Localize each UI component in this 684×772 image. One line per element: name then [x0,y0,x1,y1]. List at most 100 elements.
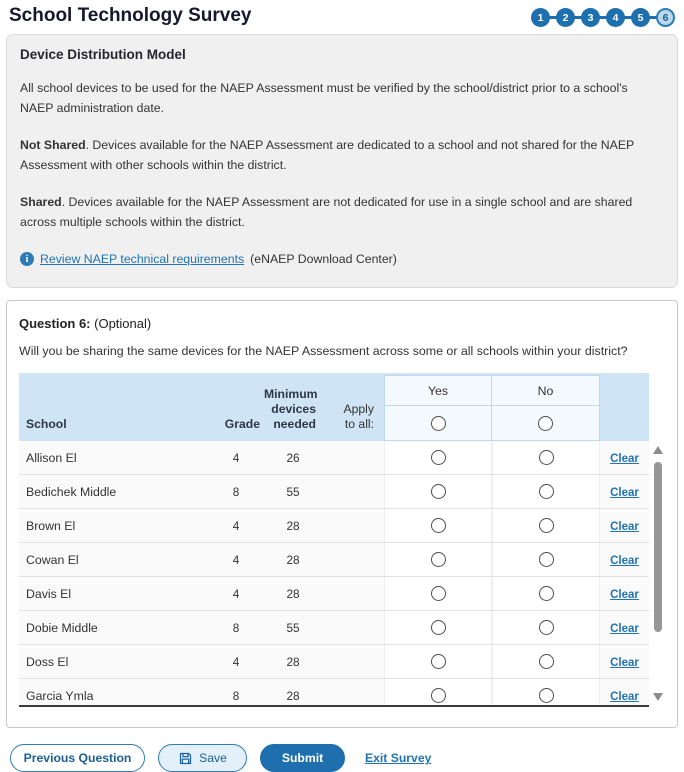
no-radio[interactable] [539,518,554,533]
apply-all-yes-radio[interactable] [431,416,446,431]
no-radio[interactable] [539,654,554,669]
min-devices-value: 28 [264,553,322,567]
table-row: Davis El 4 28 Clear [19,577,649,611]
yes-column-header: Yes [384,375,492,441]
column-header-min-devices: Minimum devices needed [264,387,322,442]
column-header-apply-to-all: Apply to all: [322,402,384,442]
no-radio[interactable] [539,688,554,703]
footer-actions: Previous Question Save Submit Exit Surve… [10,744,676,772]
clear-link[interactable]: Clear [610,521,639,533]
save-button[interactable]: Save [158,744,247,772]
page-title: School Technology Survey [9,5,251,27]
no-column-header: No [492,375,600,441]
yes-cell [384,679,492,707]
yes-radio[interactable] [431,484,446,499]
step-3[interactable]: 3 [581,8,600,27]
school-name: Brown El [19,519,208,533]
clear-cell: Clear [600,519,649,533]
info-paragraph-verify: All school devices to be used for the NA… [20,79,643,119]
yes-cell [384,543,492,576]
no-radio[interactable] [539,450,554,465]
no-radio[interactable] [539,552,554,567]
table-header-row: School Grade Minimum devices needed Appl… [19,373,649,441]
progress-stepper: 123456 [531,8,675,27]
table-row: Dobie Middle 8 55 Clear [19,611,649,645]
yes-radio[interactable] [431,620,446,635]
save-button-label: Save [199,751,227,765]
no-radio[interactable] [539,620,554,635]
download-center-note: (eNAEP Download Center) [250,252,397,266]
grade-value: 4 [208,655,264,669]
no-cell [492,543,600,576]
clear-cell: Clear [600,485,649,499]
question-panel: Question 6: (Optional) Will you be shari… [6,300,678,728]
scrollbar-thumb[interactable] [654,462,662,632]
no-cell [492,645,600,678]
no-radio[interactable] [539,586,554,601]
scrollbar-down-arrow-icon[interactable] [653,693,663,701]
step-1[interactable]: 1 [531,8,550,27]
clear-link[interactable]: Clear [610,589,639,601]
clear-link[interactable]: Clear [610,691,639,703]
grade-value: 8 [208,689,264,703]
clear-link[interactable]: Clear [610,623,639,635]
school-name: Garcia Ymla [19,689,208,703]
table-body: Allison El 4 26 Clear Bedichek Middle 8 … [19,441,649,707]
yes-cell [384,645,492,678]
yes-cell [384,441,492,474]
yes-cell [384,475,492,508]
column-header-school: School [19,417,208,441]
yes-radio[interactable] [431,450,446,465]
clear-link[interactable]: Clear [610,453,639,465]
info-panel-heading: Device Distribution Model [20,47,643,62]
not-shared-term: Not Shared [20,138,86,152]
grade-value: 8 [208,621,264,635]
table-row: Garcia Ymla 8 28 Clear [19,679,649,707]
yes-radio[interactable] [431,518,446,533]
info-paragraph-shared: Shared. Devices available for the NAEP A… [20,193,643,233]
yes-cell [384,611,492,644]
clear-cell: Clear [600,553,649,567]
top-bar: School Technology Survey 123456 [0,0,684,31]
table-scrollbar[interactable] [652,441,665,707]
yes-cell [384,577,492,610]
school-name: Dobie Middle [19,621,208,635]
no-radio[interactable] [539,484,554,499]
clear-cell: Clear [600,451,649,465]
exit-survey-link[interactable]: Exit Survey [365,751,431,765]
yes-cell [384,509,492,542]
step-4[interactable]: 4 [606,8,625,27]
grade-value: 4 [208,519,264,533]
clear-cell: Clear [600,655,649,669]
scrollbar-up-arrow-icon[interactable] [653,446,663,454]
question-text: Will you be sharing the same devices for… [19,344,665,358]
yes-radio[interactable] [431,586,446,601]
min-devices-value: 28 [264,519,322,533]
min-devices-value: 26 [264,451,322,465]
question-number: Question 6: [19,316,91,331]
step-6[interactable]: 6 [656,8,675,27]
min-devices-value: 28 [264,689,322,703]
step-5[interactable]: 5 [631,8,650,27]
yes-radio[interactable] [431,654,446,669]
grade-value: 4 [208,587,264,601]
technical-requirements-link[interactable]: Review NAEP technical requirements [40,252,244,266]
no-cell [492,679,600,707]
clear-link[interactable]: Clear [610,555,639,567]
apply-all-no-radio[interactable] [538,416,553,431]
info-panel: Device Distribution Model All school dev… [6,34,678,288]
no-cell [492,441,600,474]
previous-question-button[interactable]: Previous Question [10,744,145,772]
yes-radio[interactable] [431,552,446,567]
yes-column-label: Yes [385,376,491,406]
yes-radio[interactable] [431,688,446,703]
no-cell [492,611,600,644]
clear-link[interactable]: Clear [610,487,639,499]
question-optional-tag: (Optional) [94,316,151,331]
school-name: Doss El [19,655,208,669]
no-column-label: No [492,376,599,406]
save-floppy-icon [178,751,193,766]
step-2[interactable]: 2 [556,8,575,27]
clear-link[interactable]: Clear [610,657,639,669]
submit-button[interactable]: Submit [260,744,345,772]
